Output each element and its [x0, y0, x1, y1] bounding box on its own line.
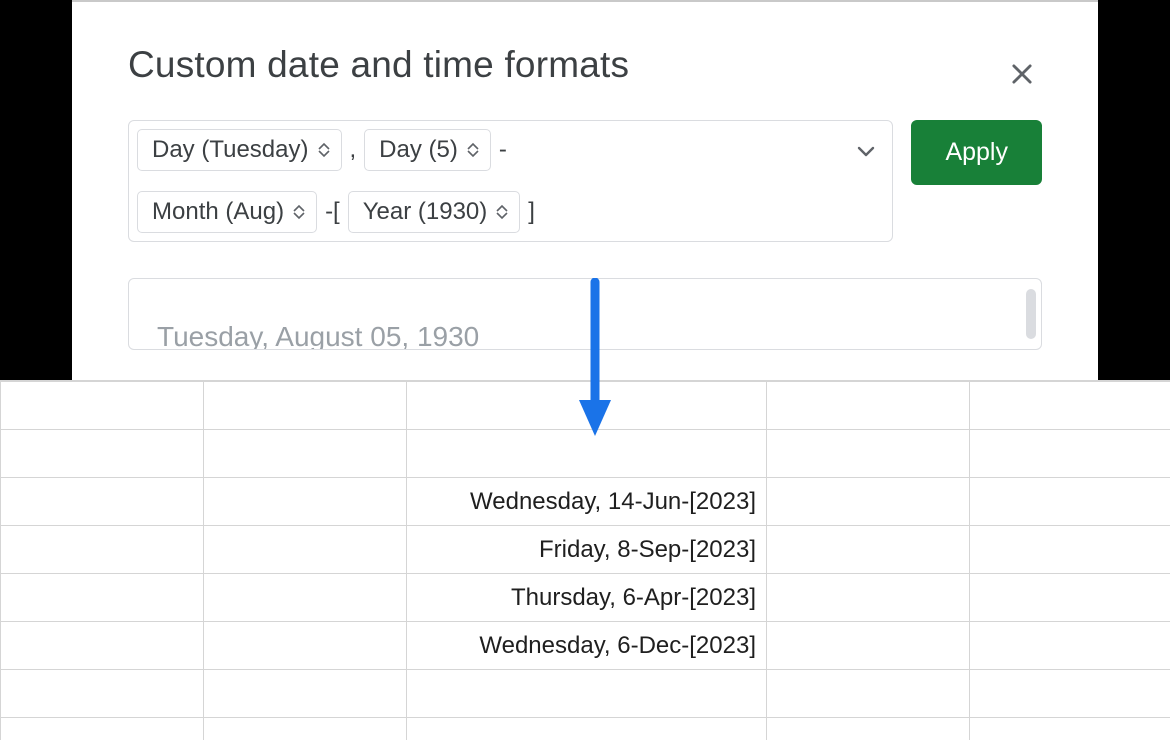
grid-cell[interactable] [204, 382, 407, 430]
separator-close-bracket: ] [526, 198, 537, 226]
grid-cell[interactable] [407, 670, 767, 718]
grid-cell[interactable] [1, 670, 204, 718]
grid-cell[interactable] [970, 718, 1170, 740]
grid-cell[interactable]: Friday, 8-Sep-[2023] [407, 526, 767, 574]
grid-cell[interactable] [767, 478, 970, 526]
scrollbar-thumb[interactable] [1026, 289, 1036, 339]
close-icon[interactable] [1008, 60, 1036, 88]
letterbox-right [1098, 0, 1170, 380]
grid-cell[interactable] [970, 478, 1170, 526]
chevron-down-icon[interactable] [854, 139, 878, 163]
token-day-name[interactable]: Day (Tuesday) [137, 129, 342, 171]
annotation-arrow-icon [575, 278, 615, 440]
grid-cell[interactable] [767, 622, 970, 670]
format-builder-field[interactable]: Day (Tuesday) , Day (5) [128, 120, 893, 242]
grid-cell[interactable] [970, 526, 1170, 574]
grid-cell[interactable] [767, 526, 970, 574]
grid-cell[interactable] [1, 478, 204, 526]
token-label: Day (Tuesday) [152, 136, 309, 164]
token-label: Year (1930) [363, 198, 488, 226]
stepper-icon[interactable] [466, 142, 480, 158]
grid-cell[interactable] [767, 382, 970, 430]
separator-comma: , [348, 136, 359, 164]
grid-cell[interactable] [970, 430, 1170, 478]
stepper-icon[interactable] [292, 204, 306, 220]
preview-text: Tuesday, August 05, 1930 [157, 321, 479, 350]
separator-dash-bracket: -[ [323, 198, 342, 226]
grid-cell[interactable]: Thursday, 6-Apr-[2023] [407, 574, 767, 622]
grid-cell[interactable] [204, 526, 407, 574]
grid-cell[interactable] [1, 574, 204, 622]
grid-cell[interactable] [970, 574, 1170, 622]
dialog-title: Custom date and time formats [128, 44, 1042, 86]
grid-cell[interactable] [970, 382, 1170, 430]
token-day-number[interactable]: Day (5) [364, 129, 491, 171]
separator-dash: - [497, 136, 509, 164]
grid-cell[interactable] [1, 526, 204, 574]
grid-cell[interactable] [204, 574, 407, 622]
token-label: Month (Aug) [152, 198, 284, 226]
grid-cell[interactable] [407, 718, 767, 740]
grid-cell[interactable] [970, 670, 1170, 718]
stepper-icon[interactable] [495, 204, 509, 220]
token-label: Day (5) [379, 136, 458, 164]
grid-cell[interactable] [204, 622, 407, 670]
token-year[interactable]: Year (1930) [348, 191, 521, 233]
grid-cell[interactable] [204, 478, 407, 526]
token-month[interactable]: Month (Aug) [137, 191, 317, 233]
grid-cell[interactable]: Wednesday, 14-Jun-[2023] [407, 478, 767, 526]
grid-cell[interactable]: Wednesday, 6-Dec-[2023] [407, 622, 767, 670]
grid-cell[interactable] [204, 670, 407, 718]
grid-cell[interactable] [204, 718, 407, 740]
letterbox-left [0, 0, 72, 380]
grid-cell[interactable] [767, 670, 970, 718]
grid-cell[interactable] [1, 382, 204, 430]
grid-cell[interactable] [767, 430, 970, 478]
grid-cell[interactable] [204, 430, 407, 478]
grid-cell[interactable] [767, 574, 970, 622]
apply-button[interactable]: Apply [911, 120, 1042, 185]
grid-cell[interactable] [767, 718, 970, 740]
grid-cell[interactable] [970, 622, 1170, 670]
grid-cell[interactable] [1, 622, 204, 670]
grid-cell[interactable] [1, 430, 204, 478]
grid-cell[interactable] [1, 718, 204, 740]
stepper-icon[interactable] [317, 142, 331, 158]
